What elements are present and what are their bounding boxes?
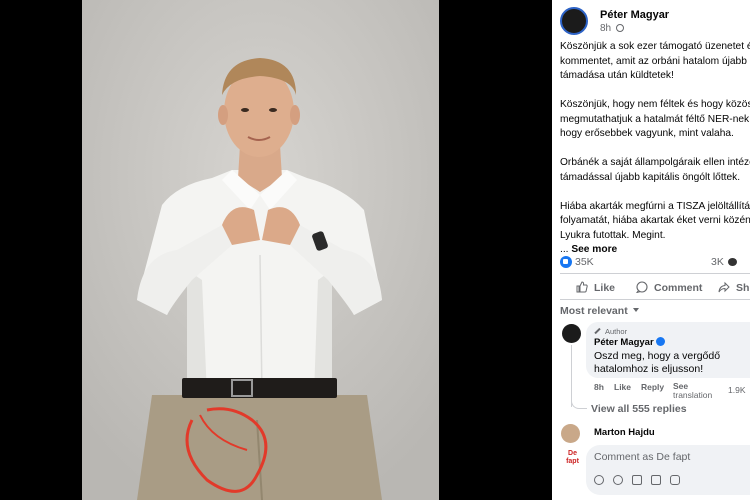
post-paragraph: Orbánék a saját állampolgáraik ellen int… [560,157,750,183]
comment-author-avatar[interactable] [562,324,581,343]
like-reaction-icon [560,256,572,268]
comment-button[interactable]: Comment [636,281,702,294]
emoji-icon[interactable] [613,475,623,485]
see-translation-link[interactable]: See translation [673,382,712,400]
comment-author-name[interactable]: Péter Magyar [594,337,665,348]
like-count[interactable]: 35K [575,256,594,268]
share-button[interactable]: Sh [718,281,749,294]
thread-branch [571,395,587,409]
sticker-icon[interactable] [670,475,680,485]
like-button[interactable]: Like [576,281,615,294]
post-photo[interactable] [82,0,439,500]
comment-like-button[interactable]: Like [614,382,631,392]
reaction-summary: 35K 3K 2 [560,255,750,271]
comment-text: Oszd meg, hogy a vergődő hatalomhoz is e… [594,350,721,375]
comment-count[interactable]: 3K [711,256,724,268]
post-paragraph: Hiába akarták megfúrni a TISZA jelöltáll… [560,200,750,256]
post-time[interactable]: 8h [600,23,611,34]
post-paragraph: Köszönjük, hogy nem féltek és hogy közös… [560,99,750,139]
view-replies-link[interactable]: View all 555 replies [591,403,687,415]
verified-badge-icon [655,337,665,346]
post-meta: 8h [600,23,624,34]
globe-icon [615,24,624,32]
commenter-avatar[interactable] [561,424,580,443]
comment-bubble-icon [636,281,648,293]
comment-reply-button[interactable]: Reply [641,382,664,392]
post-body: Köszönjük a sok ezer támogató üzenetet é… [560,40,750,258]
comment-icon [728,258,737,266]
divider [560,273,750,274]
author-avatar[interactable] [560,7,588,35]
camera-icon[interactable] [632,475,642,485]
comment-time[interactable]: 8h [594,382,604,392]
post-actions: Like Comment Sh [560,279,750,297]
author-name[interactable]: Péter Magyar [600,9,669,21]
current-user-avatar[interactable]: De fapt [562,447,583,468]
post-panel: Péter Magyar 8h Köszönjük a sok ezer tám… [552,0,750,500]
comment-input-placeholder: Comment as De fapt [594,451,691,463]
post-paragraph: Köszönjük a sok ezer támogató üzenetet é… [560,41,750,81]
see-more-link[interactable]: See more [571,244,617,255]
comment-reaction-count[interactable]: 1.9K [728,385,746,395]
comment-sort-dropdown[interactable]: Most relevant [560,305,639,317]
post-header: Péter Magyar 8h [560,7,750,37]
chevron-down-icon [632,308,639,312]
pencil-icon [594,327,601,335]
avatar-sticker-icon[interactable] [594,475,604,485]
gif-icon[interactable] [651,475,661,485]
thumbs-up-icon [576,281,588,293]
photo-illustration [82,0,439,500]
divider [560,299,750,300]
share-arrow-icon [718,281,730,293]
author-badge: Author [594,327,627,336]
commenter-name[interactable]: Marton Hajdu [594,427,655,438]
photo-viewer [0,0,552,500]
